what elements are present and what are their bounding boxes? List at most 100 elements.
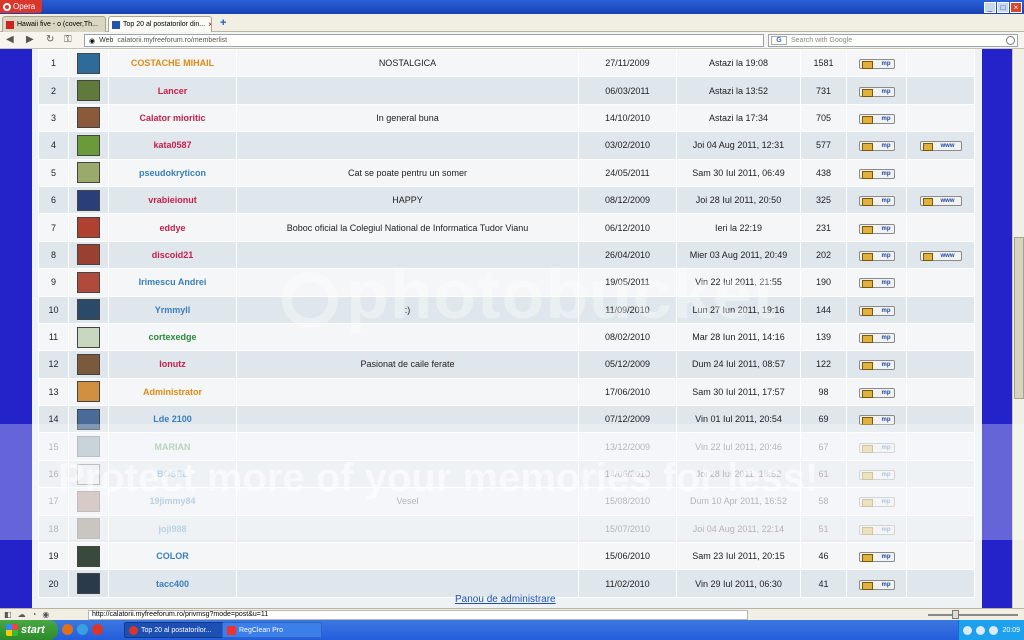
send-pm-button[interactable]: mp <box>858 305 895 316</box>
key-icon[interactable]: ⚿ <box>64 34 72 45</box>
avatar[interactable] <box>77 244 100 266</box>
send-pm-button[interactable]: mp <box>858 196 895 207</box>
send-pm-button[interactable]: mp <box>858 579 895 590</box>
vertical-scrollbar[interactable] <box>1012 49 1024 608</box>
opera-icon[interactable] <box>92 624 103 635</box>
google-icon[interactable]: G <box>771 36 787 45</box>
avatar[interactable] <box>77 463 100 485</box>
avatar[interactable] <box>77 299 100 321</box>
send-pm-button[interactable]: mp <box>858 223 895 234</box>
username-link[interactable]: vrabieionut <box>108 185 237 215</box>
taskbar-item-regclean[interactable]: RegClean Pro <box>222 622 322 638</box>
minimize-button[interactable]: _ <box>984 2 996 13</box>
send-pm-button[interactable]: mp <box>858 333 895 344</box>
username-link[interactable]: Ionutz <box>108 350 237 379</box>
send-pm-button[interactable]: mp <box>858 415 895 426</box>
username-link[interactable]: pseudokryticon <box>108 158 237 187</box>
tab-close-icon[interactable]: × <box>208 20 211 29</box>
avatar[interactable] <box>77 271 100 293</box>
tray-icon[interactable] <box>989 625 999 635</box>
send-pm-button[interactable]: mp <box>858 168 895 179</box>
avatar[interactable] <box>77 326 100 348</box>
avatar[interactable] <box>77 107 100 129</box>
send-pm-button[interactable]: mp <box>858 86 895 97</box>
turbo-icon[interactable]: ◔ <box>32 610 37 619</box>
zoom-slider-knob[interactable] <box>952 610 959 619</box>
new-tab-button[interactable]: + <box>220 17 226 29</box>
username-link[interactable]: 19jimmy84 <box>108 487 237 516</box>
tray-icon[interactable] <box>963 625 973 635</box>
avatar[interactable] <box>77 80 100 102</box>
username-link[interactable]: discoid21 <box>108 240 237 270</box>
username-link[interactable]: cortexedge <box>108 322 237 352</box>
avatar[interactable] <box>77 408 100 430</box>
avatar[interactable] <box>77 381 100 403</box>
avatar[interactable] <box>77 217 100 239</box>
avatar[interactable] <box>77 490 100 512</box>
motto-cell: :) <box>236 295 579 324</box>
joined-date-cell: 17/06/2010 <box>578 377 677 407</box>
website-button[interactable]: www <box>919 250 962 261</box>
website-button[interactable]: www <box>919 196 962 207</box>
last-visit-cell: Vin 22 Iul 2011, 21:55 <box>676 268 801 297</box>
avatar[interactable] <box>77 353 100 375</box>
username-link[interactable]: Yrmmyll <box>108 295 237 324</box>
send-pm-button[interactable]: mp <box>858 141 895 152</box>
username-link[interactable]: Calator mioritic <box>108 103 237 133</box>
send-pm-button[interactable]: mp <box>858 59 895 70</box>
username-link[interactable]: COLOR <box>108 542 237 571</box>
avatar[interactable] <box>77 545 100 567</box>
zoom-slider-track[interactable] <box>928 614 1018 616</box>
forward-arrow-icon[interactable]: ▶ <box>26 34 34 45</box>
avatar[interactable] <box>77 134 100 156</box>
panel-toggle-icon[interactable]: ◧ <box>4 610 12 619</box>
username-link[interactable]: joji988 <box>108 514 237 544</box>
ie-icon[interactable] <box>77 624 88 635</box>
send-pm-button[interactable]: mp <box>858 470 895 481</box>
avatar[interactable] <box>77 189 100 211</box>
close-window-button[interactable]: × <box>1010 2 1022 13</box>
username-link[interactable]: Lancer <box>108 76 237 105</box>
username-link[interactable]: Administrator <box>108 377 237 407</box>
username-link[interactable]: kata0587 <box>108 131 237 160</box>
maximize-button[interactable]: □ <box>997 2 1009 13</box>
start-button[interactable]: start <box>0 620 58 640</box>
cloud-icon[interactable]: ☁ <box>18 610 26 619</box>
username-link[interactable]: eddye <box>108 213 237 242</box>
username-link[interactable]: Irimescu Andrei <box>108 268 237 297</box>
address-bar[interactable]: ◉ Web calatorii.myfreeforum.ro/memberlis… <box>84 34 764 47</box>
send-pm-button[interactable]: mp <box>858 552 895 563</box>
tray-icon[interactable] <box>976 625 986 635</box>
search-icon[interactable] <box>1006 36 1015 45</box>
website-button[interactable]: www <box>919 141 962 152</box>
tab-hawaii-five-o[interactable]: Hawaii five - o (cover,Th... <box>2 16 106 32</box>
speed-dial-icon[interactable]: ◉ <box>42 610 49 619</box>
username-link[interactable]: tacc400 <box>108 569 237 598</box>
admin-panel-link[interactable]: Panou de administrare <box>455 594 556 605</box>
send-pm-button[interactable]: mp <box>858 113 895 124</box>
scrollbar-thumb[interactable] <box>1014 237 1024 399</box>
username-link[interactable]: BOSEL <box>108 459 237 489</box>
reload-icon[interactable]: ↻ <box>46 34 54 45</box>
username-link[interactable]: COSTACHE MIHAIL <box>108 48 237 78</box>
avatar[interactable] <box>77 162 100 184</box>
firefox-icon[interactable] <box>62 624 73 635</box>
search-input[interactable]: G Search with Google <box>768 34 1018 47</box>
username-link[interactable]: MARIAN <box>108 432 237 461</box>
username-link[interactable]: Lde 2100 <box>108 405 237 434</box>
tab-top-20-postatori[interactable]: Top 20 al postatorilor din... × <box>108 16 212 32</box>
send-pm-button[interactable]: mp <box>858 524 895 535</box>
send-pm-button[interactable]: mp <box>858 250 895 261</box>
avatar[interactable] <box>77 436 100 458</box>
send-pm-button[interactable]: mp <box>858 278 895 289</box>
send-pm-button[interactable]: mp <box>858 387 895 398</box>
send-pm-button[interactable]: mp <box>858 442 895 453</box>
avatar[interactable] <box>77 518 100 540</box>
send-pm-button[interactable]: mp <box>858 497 895 508</box>
taskbar-item-opera[interactable]: Top 20 al postatorilor... <box>124 622 224 638</box>
opera-menu-button[interactable]: Opera <box>0 0 42 13</box>
send-pm-button[interactable]: mp <box>858 360 895 371</box>
avatar[interactable] <box>77 573 100 595</box>
avatar[interactable] <box>77 52 100 74</box>
back-arrow-icon[interactable]: ◀ <box>6 34 14 45</box>
